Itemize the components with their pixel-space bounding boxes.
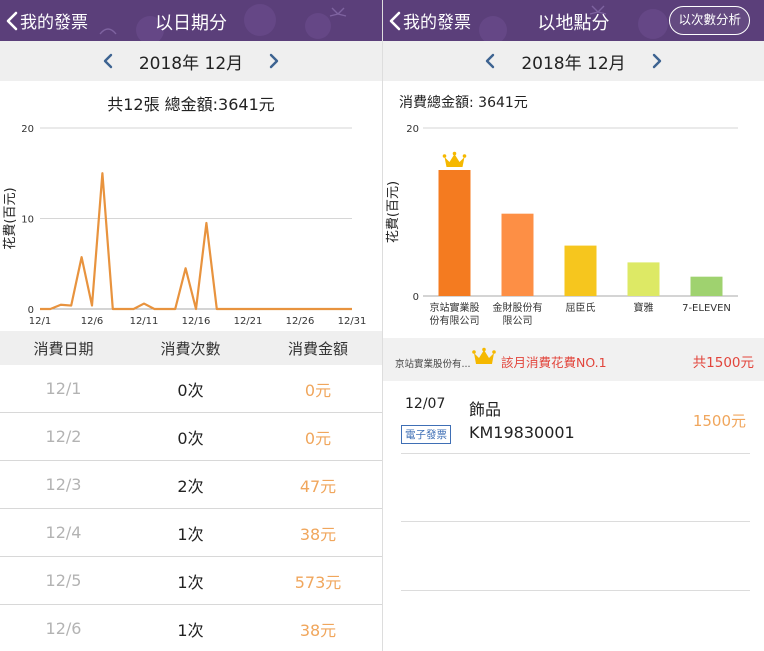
row-date: 12/5	[45, 571, 82, 590]
x-tick-label: 12/1	[29, 316, 51, 327]
chevron-left-icon	[6, 11, 18, 30]
row-date: 12/4	[45, 523, 82, 542]
header-date: 消費日期	[33, 339, 94, 358]
prev-month-button[interactable]	[99, 52, 117, 70]
row-count: 1次	[177, 620, 204, 640]
divider	[401, 453, 750, 454]
y-axis-label: 花費(百元)	[385, 181, 401, 243]
x-tick-label: 限公司	[503, 315, 533, 327]
row-date: 12/6	[45, 619, 82, 638]
row-count: 2次	[177, 476, 204, 496]
row-amount: 38元	[299, 620, 337, 640]
y-tick-label: 20	[406, 124, 419, 135]
row-count: 1次	[177, 524, 204, 544]
bar	[690, 276, 723, 296]
prev-month-button[interactable]	[481, 52, 499, 70]
next-month-button[interactable]	[648, 52, 666, 70]
row-amount: 0元	[304, 428, 332, 448]
x-tick-label: 京站實業股	[430, 301, 480, 314]
back-button-label: 我的發票	[403, 13, 471, 33]
right-panel: 我的發票 以地點分 以次數分析 2018年 12月 消費總金額: 3641元 0…	[383, 0, 764, 651]
y-axis-label: 花費(百元)	[2, 187, 18, 249]
top-store-total: 共1500元	[692, 355, 754, 371]
x-tick-label: 12/31	[338, 316, 367, 327]
row-count: 0次	[177, 428, 204, 448]
daily-spending-chart: 0 10 20 花費(百元) 12/1 12/6 12/11 12/16 12/21 12/26 1…	[2, 124, 367, 327]
x-tick-label: 屈臣氏	[566, 302, 596, 314]
x-tick-label: 寶雅	[634, 301, 654, 314]
x-tick-label: 金財股份有	[493, 301, 543, 314]
e-invoice-badge: 電子發票	[401, 425, 451, 444]
back-button[interactable]: 我的發票	[389, 8, 471, 33]
crown-icon	[472, 347, 496, 364]
analyze-by-count-button[interactable]: 以次數分析	[669, 6, 750, 35]
next-month-button[interactable]	[265, 52, 283, 70]
row-count: 1次	[177, 572, 204, 592]
table-row[interactable]: 12/2 0次 0元	[0, 413, 382, 461]
table-row[interactable]: 12/6 1次 38元	[0, 605, 382, 651]
top-store-name: 京站實業股份有...	[395, 359, 471, 370]
table-header: 消費日期 消費次數 消費金額	[0, 331, 382, 365]
table-body: 12/1 0次 0元 12/2 0次 0元 12/3 2次 47元 12/4 1次 38元 12/5 1次…	[0, 365, 382, 651]
y-tick-label: 0	[413, 292, 419, 303]
crown-icon	[442, 151, 467, 167]
invoice-item-name: 飾品	[469, 400, 502, 419]
bar	[501, 213, 534, 296]
y-tick-label: 10	[21, 215, 34, 226]
header-count: 消費次數	[160, 339, 221, 358]
row-date: 12/2	[45, 427, 82, 446]
store-spending-chart: 0 20 花費(百元) 京站實業股份有限公司金財股份有限公司 屈臣氏 寶雅 7-ELEVEN	[385, 124, 738, 327]
nav-bar: 我的發票 以地點分 以次數分析	[383, 0, 764, 41]
row-amount: 47元	[299, 476, 337, 496]
row-date: 12/1	[45, 379, 82, 398]
month-label: 2018年 12月	[138, 53, 244, 74]
divider	[401, 590, 750, 591]
chevron-right-icon	[652, 53, 661, 69]
invoice-summary: 共12張 總金額:3641元	[107, 95, 275, 114]
x-tick-label: 份有限公司	[430, 314, 480, 327]
invoice-number: KM19830001	[469, 423, 575, 442]
header-amount: 消費金額	[287, 339, 348, 358]
series-line	[40, 172, 352, 311]
x-tick-label: 12/26	[286, 316, 315, 327]
table-row[interactable]: 12/1 0次 0元	[0, 365, 382, 413]
back-button-label: 我的發票	[20, 13, 88, 33]
x-tick-label: 12/21	[234, 316, 263, 327]
row-amount: 38元	[299, 524, 337, 544]
y-tick-label: 20	[21, 124, 34, 135]
left-panel: 我的發票 以日期分 2018年 12月 共12張 總金額:3641元 0 10 20…	[0, 0, 382, 651]
row-amount: 0元	[304, 380, 332, 400]
row-date: 12/3	[45, 475, 82, 494]
bar	[564, 245, 597, 296]
invoice-date: 12/07	[405, 396, 446, 412]
y-tick-label: 0	[28, 305, 34, 316]
chevron-right-icon	[269, 53, 279, 69]
month-selector: 2018年 12月	[0, 41, 382, 81]
table-row[interactable]: 12/5 1次 573元	[0, 557, 382, 605]
invoice-amount: 1500元	[692, 412, 746, 430]
x-tick-label: 12/16	[182, 316, 211, 327]
x-tick-label: 12/11	[130, 316, 159, 327]
top-store-label: 該月消費花費NO.1	[501, 355, 607, 370]
chevron-left-icon	[389, 11, 401, 30]
divider	[401, 521, 750, 522]
x-tick-label: 12/6	[81, 316, 103, 327]
chevron-left-icon	[103, 53, 113, 69]
month-selector: 2018年 12月	[383, 41, 764, 81]
table-row[interactable]: 12/3 2次 47元	[0, 461, 382, 509]
bar	[438, 170, 471, 296]
back-button[interactable]: 我的發票	[6, 8, 88, 33]
x-tick-label: 7-ELEVEN	[682, 303, 731, 314]
nav-bar: 我的發票 以日期分	[0, 0, 382, 41]
chevron-left-icon	[486, 53, 495, 69]
row-amount: 573元	[294, 572, 342, 592]
table-row[interactable]: 12/4 1次 38元	[0, 509, 382, 557]
top-store-banner[interactable]: 京站實業股份有... 該月消費花費NO.1 共1500元	[383, 338, 764, 381]
total-spending-summary: 消費總金額: 3641元	[399, 95, 528, 111]
month-label: 2018年 12月	[521, 53, 626, 74]
row-count: 0次	[177, 380, 204, 400]
bar	[627, 262, 660, 296]
